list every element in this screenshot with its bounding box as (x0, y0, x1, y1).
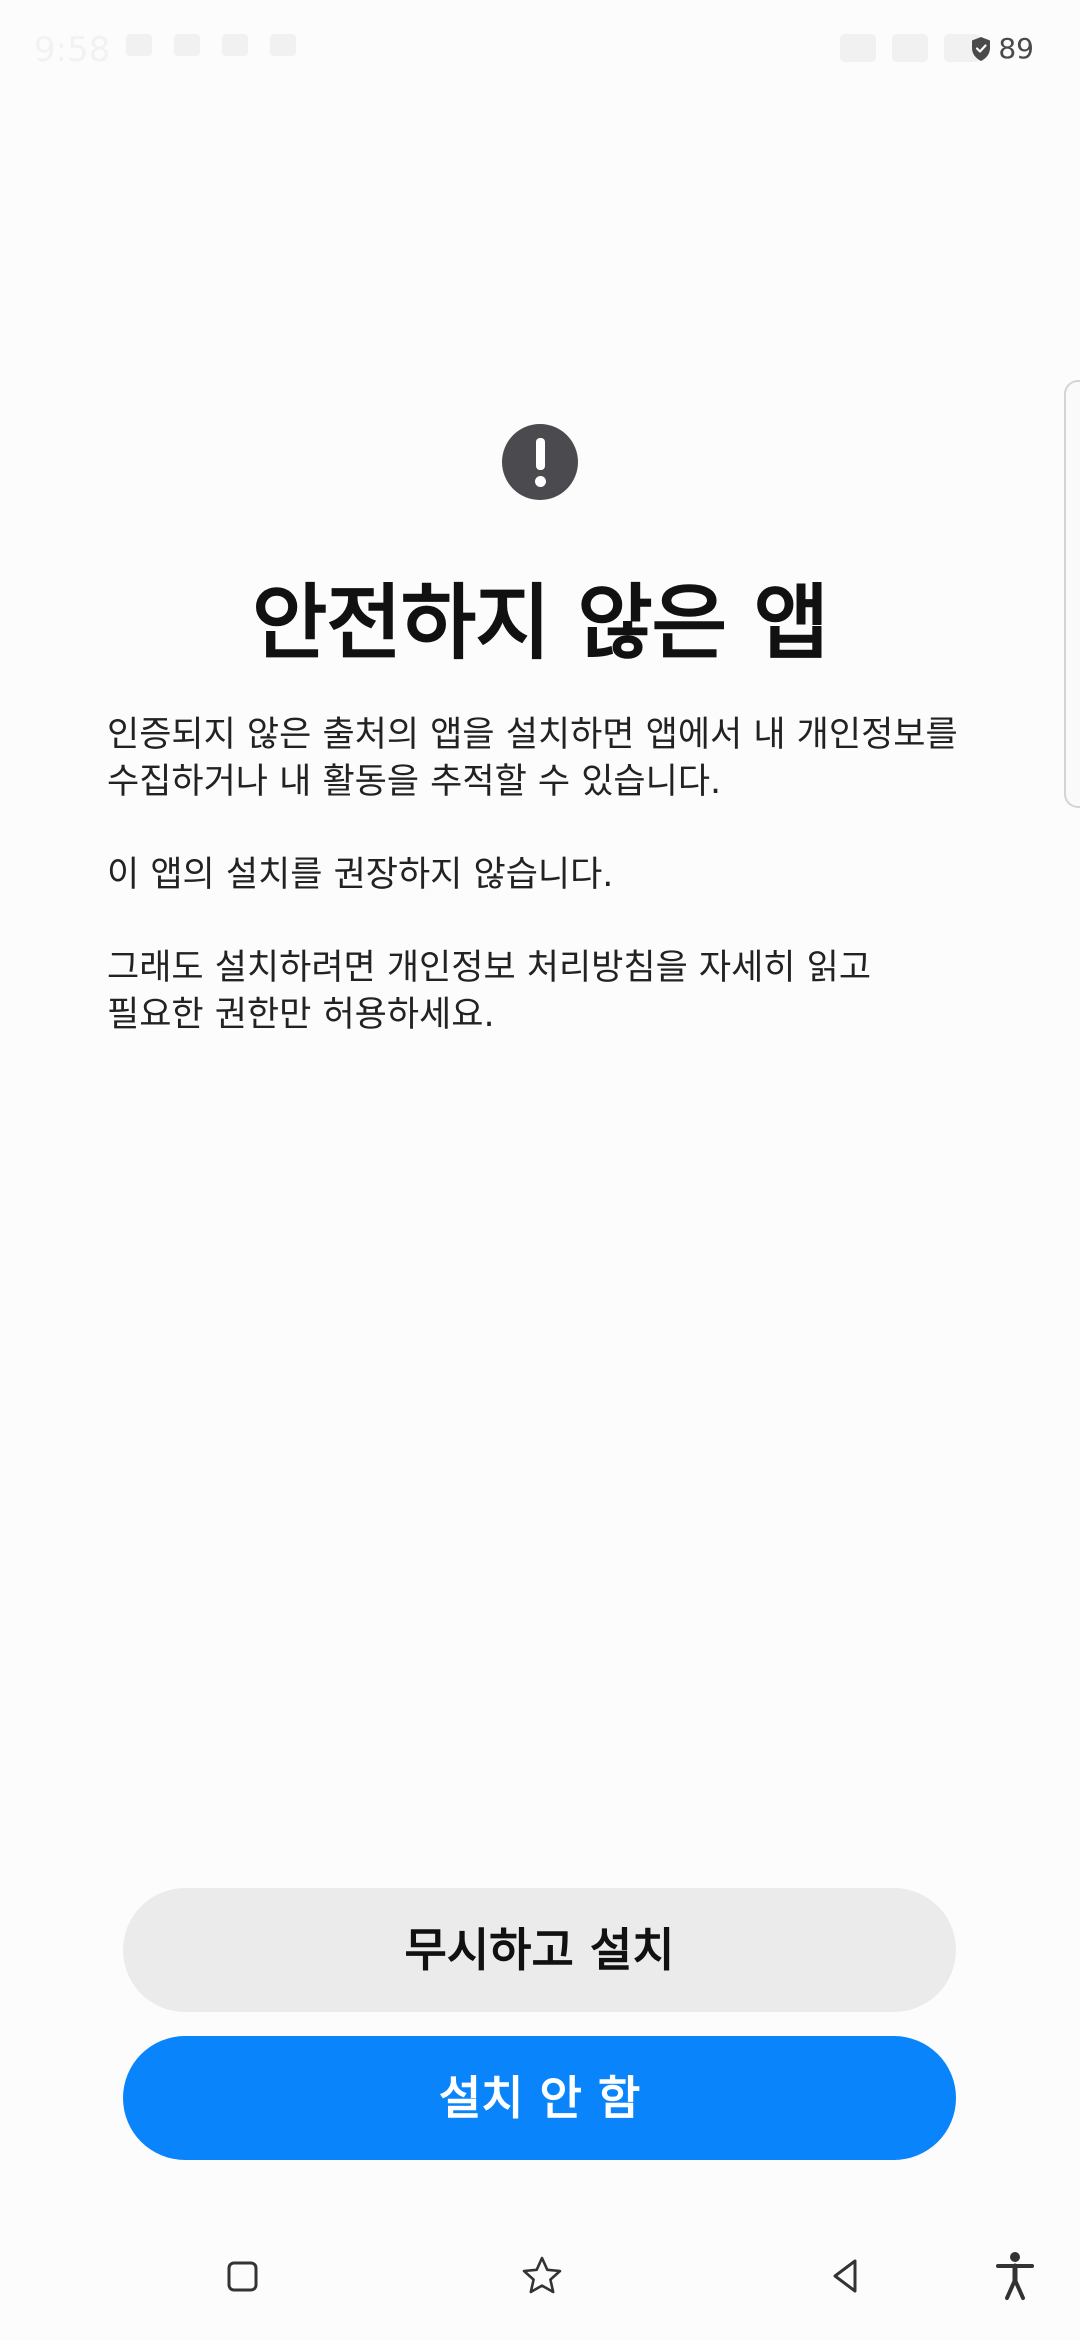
dialog-paragraph: 이 앱의 설치를 권장하지 않습니다. (107, 855, 614, 895)
battery-level: 89 (998, 32, 1034, 65)
star-icon[interactable] (512, 2246, 572, 2306)
wifi-icon (840, 34, 876, 62)
status-time: 9:58 (34, 30, 111, 70)
recents-icon[interactable] (212, 2246, 272, 2306)
dont-install-button[interactable]: 설치 안 함 (123, 2036, 956, 2160)
accessibility-icon[interactable] (985, 2246, 1045, 2306)
status-bar: 9:58 89 (0, 0, 1080, 100)
dialog-title: 안전하지 않은 앱 (251, 576, 829, 671)
system-status-icons (840, 34, 980, 62)
battery-indicator: 89 (970, 32, 1034, 65)
notification-icon (174, 34, 200, 56)
ignore-and-install-button[interactable]: 무시하고 설치 (123, 1888, 956, 2012)
dialog-body: 인증되지 않은 출처의 앱을 설치하면 앱에서 내 개인정보를 수집하거나 내 … (107, 712, 997, 1085)
notification-icon (270, 34, 296, 56)
back-icon[interactable] (815, 2246, 875, 2306)
notification-icon (126, 34, 152, 56)
exclamation-icon (502, 424, 578, 500)
dialog-paragraph: 인증되지 않은 출처의 앱을 설치하면 앱에서 내 개인정보를 수집하거나 내 … (107, 715, 958, 802)
notification-icon (222, 34, 248, 56)
notification-icons (126, 34, 296, 56)
install-warning-screen: 9:58 89 안전하지 않은 앱 인증되지 않은 출처의 앱을 설치하면 앱에… (0, 0, 1080, 2340)
dialog-paragraph: 그래도 설치하려면 개인정보 처리방침을 자세히 읽고 필요한 권한만 허용하세… (107, 948, 872, 1035)
signal-icon (892, 34, 928, 62)
navigation-bar (0, 2230, 1080, 2340)
shield-icon (972, 36, 991, 61)
